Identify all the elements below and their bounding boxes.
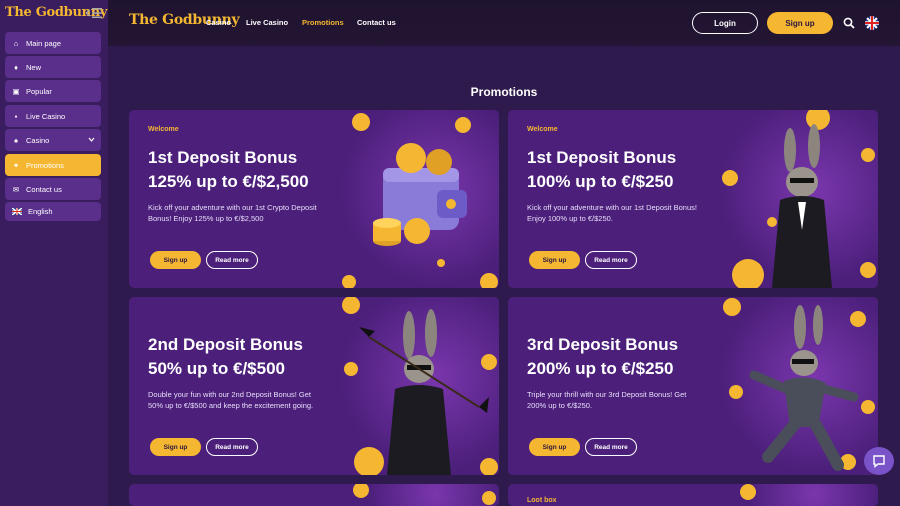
sidebar-item-label: Main page — [26, 38, 62, 48]
promo-card — [129, 484, 499, 506]
chat-widget-button[interactable] — [864, 447, 894, 475]
promo-description: Kick off your adventure with our 1st Dep… — [527, 203, 697, 223]
nav-live-casino[interactable]: Live Casino — [246, 18, 288, 27]
sidebar-item-live-casino[interactable]: ▪ Live Casino — [5, 105, 101, 127]
chevron-down-icon — [88, 137, 95, 142]
promo-signup-button[interactable]: Sign up — [529, 438, 580, 456]
promo-title-line2: 125% up to €/$2,500 — [148, 172, 309, 191]
promo-art — [339, 484, 499, 506]
uk-flag-icon[interactable] — [865, 16, 879, 30]
promo-tag: Loot box — [527, 497, 557, 504]
nav-promotions[interactable]: Promotions — [302, 18, 344, 27]
sidebar-item-contact-us[interactable]: ✉ Contact us — [5, 178, 101, 200]
sidebar-item-casino[interactable]: ♠ Casino — [5, 129, 101, 151]
rabbit-archer-illustration — [342, 297, 498, 475]
promo-description: Kick off your adventure with our 1st Cry… — [148, 203, 317, 223]
fire-icon: ♦ — [14, 62, 18, 72]
promo-tag: Welcome — [148, 126, 179, 133]
sidebar-item-popular[interactable]: ▣ Popular — [5, 80, 101, 102]
promo-tag: Welcome — [527, 126, 558, 133]
promo-title-line2: 100% up to €/$250 — [527, 172, 674, 191]
promo-card: 3rd Deposit Bonus 200% up to €/$250 Tripl… — [508, 297, 878, 475]
promo-signup-button[interactable]: Sign up — [150, 251, 201, 269]
sidebar-item-new[interactable]: ♦ New — [5, 56, 101, 78]
sidebar-item-main-page[interactable]: ⌂ Main page — [5, 32, 101, 54]
sidebar-item-label: Promotions — [26, 160, 64, 170]
casino-icon: ♠ — [14, 135, 18, 145]
promo-signup-button[interactable]: Sign up — [529, 251, 580, 269]
collapse-menu-icon[interactable] — [86, 7, 102, 19]
promo-title-line1: 3rd Deposit Bonus — [527, 335, 679, 354]
promo-read-more-button[interactable]: Read more — [206, 251, 258, 269]
coins-illustration — [353, 484, 496, 505]
main-content: Promotions Welcome 1st Deposit Bonus 125%… — [108, 46, 900, 506]
live-icon: ▪ — [14, 111, 18, 121]
rabbit-dancing-illustration — [723, 298, 875, 471]
sidebar-item-promotions[interactable]: ✦ Promotions — [5, 154, 101, 176]
top-header: The Godbunny Casino Live Casino Promotio… — [108, 0, 900, 46]
chat-bubble-icon — [873, 455, 885, 468]
promo-title: 2nd Deposit Bonus 50% up to €/$500 — [148, 333, 348, 381]
promo-read-more-button[interactable]: Read more — [585, 251, 637, 269]
promo-title-line2: 200% up to €/$250 — [527, 359, 674, 378]
promo-icon: ✦ — [12, 160, 20, 170]
sidebar-item-label: Contact us — [26, 184, 62, 194]
sidebar-item-label: Live Casino — [26, 111, 66, 121]
sidebar-item-label: English — [28, 207, 53, 216]
nav-casino[interactable]: Casino — [206, 18, 231, 27]
login-button[interactable]: Login — [692, 12, 758, 34]
promo-read-more-button[interactable]: Read more — [585, 438, 637, 456]
sidebar-item-label: Popular — [26, 86, 52, 96]
sidebar-item-label: New — [26, 62, 42, 72]
home-icon: ⌂ — [13, 38, 19, 48]
signup-button[interactable]: Sign up — [767, 12, 833, 34]
promo-title-line2: 50% up to €/$500 — [148, 359, 286, 378]
promo-title-line1: 1st Deposit Bonus — [527, 148, 677, 167]
promo-title: 3rd Deposit Bonus 200% up to €/$250 — [527, 333, 727, 381]
mail-icon: ✉ — [12, 184, 20, 194]
promo-description: Double your fun with our 2nd Deposit Bon… — [148, 390, 314, 410]
wallet-coins-illustration — [342, 113, 498, 288]
rabbit-suit-illustration — [722, 110, 876, 288]
promo-title: 1st Deposit Bonus 125% up to €/$2,500 — [148, 146, 348, 194]
page-title: Promotions — [470, 85, 538, 99]
search-icon[interactable] — [843, 17, 855, 29]
promo-title-line1: 1st Deposit Bonus — [148, 148, 298, 167]
promo-read-more-button[interactable]: Read more — [206, 438, 258, 456]
popular-icon: ▣ — [12, 86, 20, 96]
promo-art-rabbit-dance — [718, 297, 878, 475]
coins-illustration — [740, 484, 756, 500]
promo-art-wallet — [339, 110, 499, 288]
promo-art-rabbit — [718, 110, 878, 288]
promo-card: Loot box — [508, 484, 878, 506]
promo-card: 2nd Deposit Bonus 50% up to €/$500 Double… — [129, 297, 499, 475]
sidebar: The Godbunny ⌂ Main page ♦ New ▣ Popular ▪ L… — [0, 0, 108, 506]
promo-signup-button[interactable]: Sign up — [150, 438, 201, 456]
promo-description: Triple your thrill with our 3rd Deposit … — [527, 390, 687, 410]
promo-art — [718, 484, 878, 506]
sidebar-item-label: Casino — [26, 135, 50, 145]
uk-flag-icon — [12, 208, 22, 215]
promo-art-rabbit-bow — [339, 297, 499, 475]
nav-contact-us[interactable]: Contact us — [357, 18, 396, 27]
promo-title-line1: 2nd Deposit Bonus — [148, 335, 303, 354]
promo-card: Welcome 1st Deposit Bonus 100% up to €/$2… — [508, 110, 878, 288]
sidebar-item-language[interactable]: English — [5, 202, 101, 221]
promo-card: Welcome 1st Deposit Bonus 125% up to €/$2… — [129, 110, 499, 288]
promo-title: 1st Deposit Bonus 100% up to €/$250 — [527, 146, 727, 194]
